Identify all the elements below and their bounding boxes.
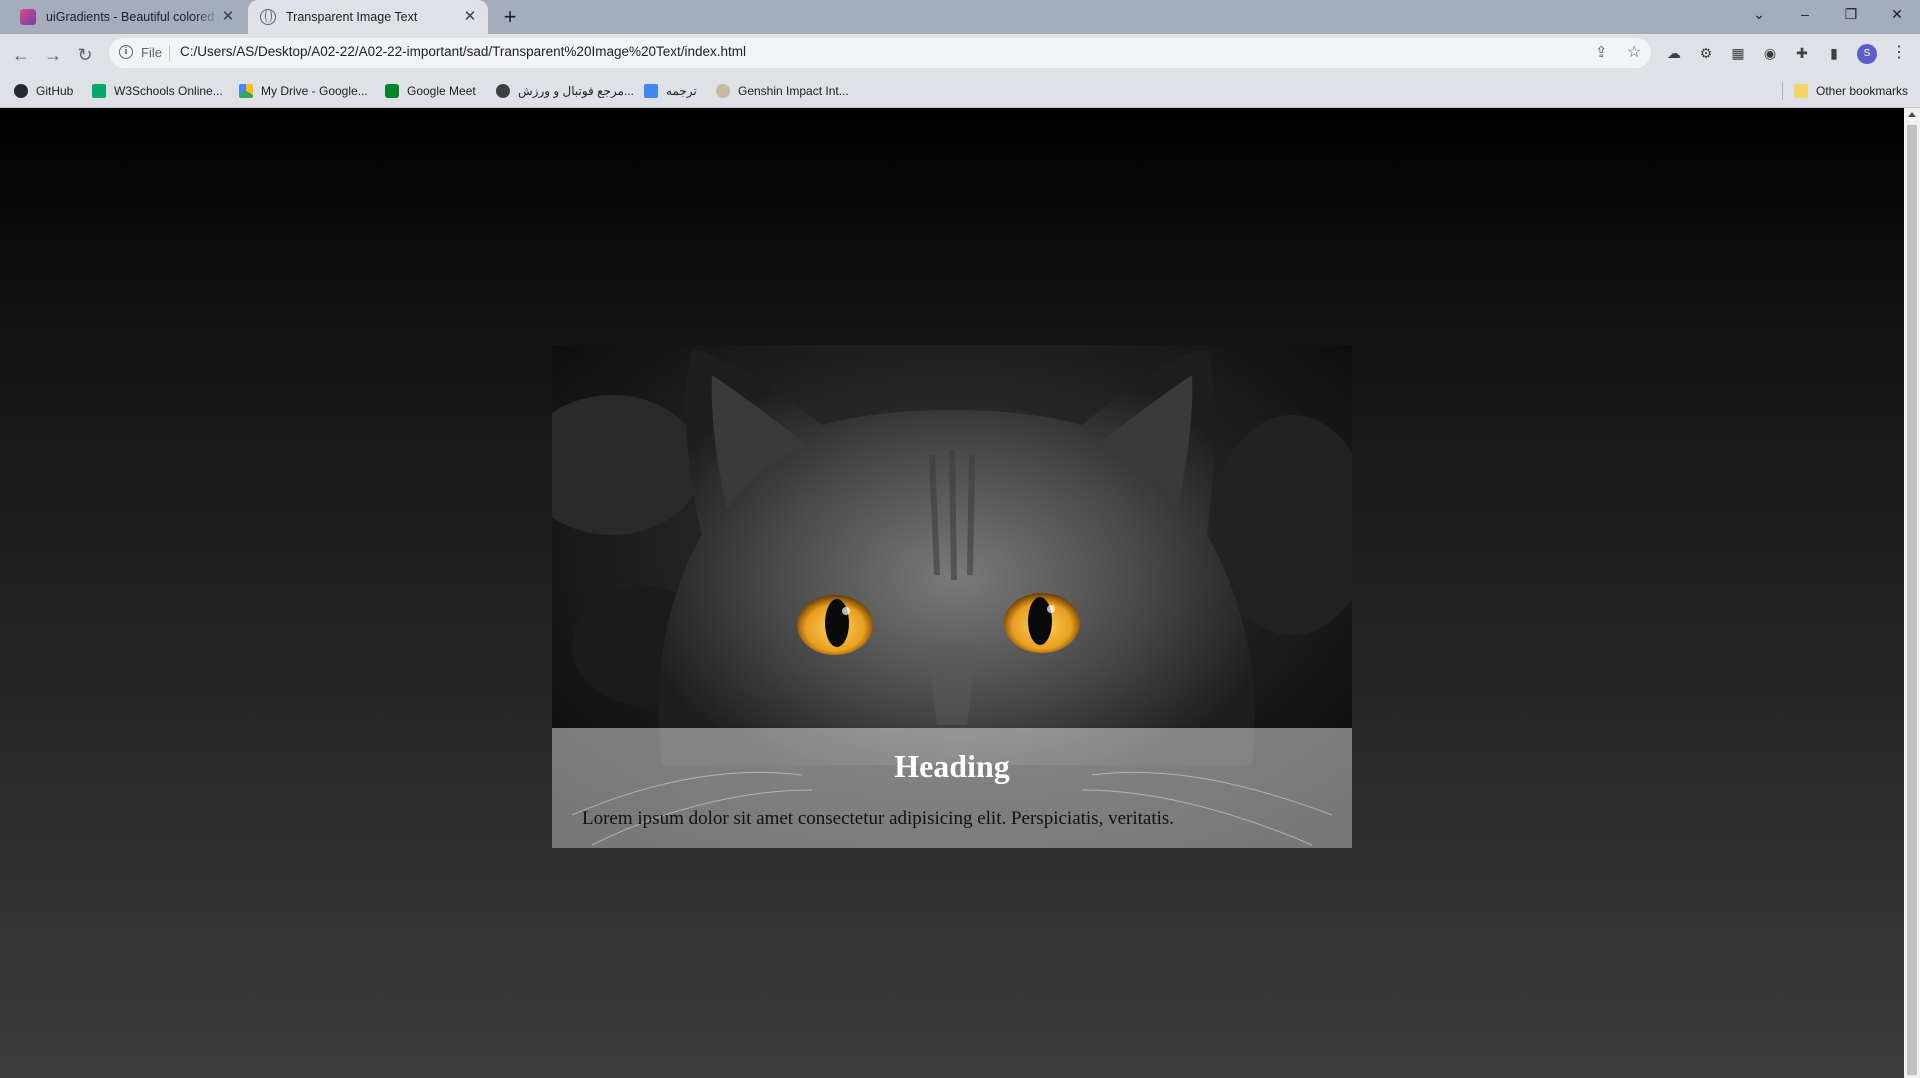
browser-toolbar: ← → ↻ i File C:/Users/AS/Desktop/A02-22/… (0, 34, 1920, 74)
side-panel-icon[interactable]: ▮ (1824, 43, 1844, 63)
genshin-icon (716, 84, 730, 98)
tab-transparent-image-text[interactable]: Transparent Image Text ✕ (248, 0, 488, 34)
tab-strip: uiGradients - Beautiful colored gradient… (0, 0, 1920, 34)
card-heading: Heading (894, 748, 1010, 784)
extension-cloud-icon[interactable]: ☁ (1664, 43, 1684, 63)
scrollbar-thumb[interactable] (1907, 125, 1917, 1075)
tab-search-button[interactable]: ⌄ (1736, 0, 1782, 28)
profile-avatar[interactable]: S (1857, 44, 1877, 64)
image-card: Heading Lorem ipsum dolor sit amet conse… (552, 345, 1352, 848)
bookmark-w3schools[interactable]: W3Schools Online... (92, 82, 223, 100)
menu-icon[interactable]: ⋮ (1891, 43, 1907, 65)
bookmark-label: مرجع فوتبال و ورزش... (518, 84, 634, 98)
bookmark-genshin[interactable]: Genshin Impact Int... (716, 82, 849, 100)
football-icon (496, 84, 510, 98)
bookmark-label: ترجمه (666, 84, 697, 98)
tab-title: Transparent Image Text (286, 10, 418, 24)
restore-button[interactable]: ❐ (1828, 0, 1874, 28)
close-tab-icon[interactable]: ✕ (220, 9, 236, 25)
address-bar[interactable]: i File C:/Users/AS/Desktop/A02-22/A02-22… (109, 38, 1651, 68)
bookmark-label: GitHub (36, 84, 74, 98)
vertical-scrollbar[interactable] (1904, 108, 1920, 1078)
bookmark-github[interactable]: GitHub (14, 82, 73, 100)
google-translate-icon (644, 84, 658, 98)
divider (169, 45, 170, 61)
bookmark-google-meet[interactable]: Google Meet (385, 82, 476, 100)
url-text[interactable]: C:/Users/AS/Desktop/A02-22/A02-22-import… (180, 44, 746, 59)
minimize-button[interactable]: – (1782, 0, 1828, 28)
github-icon (14, 84, 28, 98)
bookmark-label: Google Meet (407, 84, 476, 98)
bookmark-label: Genshin Impact Int... (738, 84, 849, 98)
bookmark-google-drive[interactable]: My Drive - Google... (239, 82, 368, 100)
bookmark-football[interactable]: مرجع فوتبال و ورزش... (496, 82, 634, 100)
bookmark-translate[interactable]: ترجمه (644, 82, 697, 100)
info-icon[interactable]: i (119, 45, 133, 59)
divider (1782, 82, 1783, 100)
bookmark-label: W3Schools Online... (114, 84, 223, 98)
w3schools-icon (92, 84, 106, 98)
caption-overlay: Heading Lorem ipsum dolor sit amet conse… (552, 728, 1352, 848)
google-drive-icon (239, 84, 253, 98)
globe-icon (260, 9, 276, 25)
bookmarks-bar: GitHub W3Schools Online... My Drive - Go… (0, 74, 1920, 108)
share-icon[interactable]: ⇪ (1595, 43, 1608, 61)
extension-globe-icon[interactable]: ◉ (1760, 43, 1780, 63)
reload-button[interactable]: ↻ (72, 42, 98, 68)
bookmark-label: Other bookmarks (1816, 84, 1909, 98)
folder-icon (1794, 84, 1808, 98)
bookmark-other-bookmarks[interactable]: Other bookmarks (1794, 82, 1908, 100)
bookmark-label: My Drive - Google... (261, 84, 368, 98)
tab-title: uiGradients - Beautiful colored gradient… (46, 10, 220, 24)
uigradients-favicon-icon (20, 9, 36, 25)
bookmark-star-icon[interactable]: ☆ (1627, 42, 1641, 62)
close-tab-icon[interactable]: ✕ (462, 9, 478, 25)
scroll-up-arrow-icon[interactable] (1908, 112, 1916, 117)
scheme-label: File (141, 45, 162, 60)
back-button[interactable]: ← (8, 42, 34, 68)
page-viewport: Heading Lorem ipsum dolor sit amet conse… (0, 108, 1904, 1078)
extension-grid-icon[interactable]: ▦ (1728, 43, 1748, 63)
extension-robot-icon[interactable]: ⚙ (1696, 43, 1716, 63)
tab-uigradients[interactable]: uiGradients - Beautiful colored gradient… (8, 0, 246, 34)
close-window-button[interactable]: ✕ (1874, 0, 1920, 28)
google-meet-icon (385, 84, 399, 98)
forward-button[interactable]: → (40, 42, 66, 68)
card-text: Lorem ipsum dolor sit amet consectetur a… (582, 808, 1175, 829)
extensions-puzzle-icon[interactable]: ✚ (1792, 43, 1812, 63)
new-tab-button[interactable]: + (499, 6, 521, 28)
